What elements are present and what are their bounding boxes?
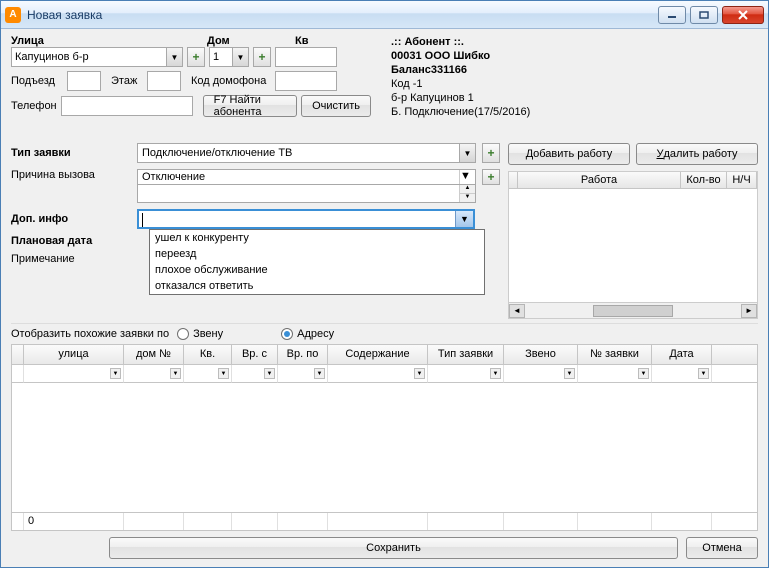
maximize-icon xyxy=(699,11,709,19)
addinfo-combo[interactable]: ▼ xyxy=(137,209,475,229)
house-label: Дом xyxy=(207,35,267,47)
col-type: Тип заявки xyxy=(428,345,504,365)
addinfo-option[interactable]: ушел к конкуренту xyxy=(150,230,484,246)
floor-input[interactable] xyxy=(147,71,181,91)
filter-cell[interactable]: ▼ xyxy=(124,365,184,383)
scrollbar-thumb[interactable] xyxy=(593,305,673,317)
subscriber-header: .:: Абонент ::. xyxy=(391,35,758,49)
work-scrollbar[interactable]: ◄ ► xyxy=(509,302,757,318)
address-form: Улица Дом Кв Капуцинов б-р ▼ + 1 ▼ + xyxy=(11,35,371,121)
entrance-label: Подъезд xyxy=(11,75,63,87)
titlebar: A Новая заявка xyxy=(1,1,768,29)
delete-work-button[interactable]: Удалить работу xyxy=(636,143,758,165)
filter-cell[interactable]: ▼ xyxy=(184,365,232,383)
filter-cell[interactable]: ▼ xyxy=(504,365,578,383)
col-from: Вр. с xyxy=(232,345,278,365)
cancel-button[interactable]: Отмена xyxy=(686,537,758,559)
col-date: Дата xyxy=(652,345,712,365)
street-label: Улица xyxy=(11,35,201,47)
filter-cell[interactable]: ▼ xyxy=(328,365,428,383)
content-area: Улица Дом Кв Капуцинов б-р ▼ + 1 ▼ + xyxy=(1,29,768,567)
subscriber-name: 00031 ООО Шибко xyxy=(391,49,758,63)
filter-by-link-radio[interactable]: Звену xyxy=(177,328,223,340)
reason-add-button[interactable]: + xyxy=(482,169,500,185)
col-content: Содержание xyxy=(328,345,428,365)
addinfo-label: Доп. инфо xyxy=(11,213,131,225)
plandate-label: Плановая дата xyxy=(11,235,131,247)
window-title: Новая заявка xyxy=(27,8,654,22)
subscriber-code: Код -1 xyxy=(391,77,758,91)
clear-button[interactable]: Очистить xyxy=(301,95,371,117)
scroll-up-icon[interactable]: ▲ xyxy=(460,185,475,193)
app-icon: A xyxy=(5,7,21,23)
street-add-button[interactable]: + xyxy=(187,47,205,67)
addinfo-option[interactable]: плохое обслуживание xyxy=(150,262,484,278)
doorcode-input[interactable] xyxy=(275,71,337,91)
app-window: A Новая заявка Улица Дом Кв Капуцинов б-… xyxy=(0,0,769,568)
phone-input[interactable] xyxy=(61,96,193,116)
minimize-icon xyxy=(667,11,677,19)
chevron-down-icon[interactable]: ▼ xyxy=(459,170,475,184)
filter-row: Отобразить похожие заявки по Звену Адрес… xyxy=(11,323,758,344)
doorcode-label: Код домофона xyxy=(191,75,271,87)
addinfo-option[interactable]: переезд xyxy=(150,246,484,262)
filter-cell[interactable]: ▼ xyxy=(278,365,328,383)
work-col-nh: Н/Ч xyxy=(727,172,757,188)
phone-label: Телефон xyxy=(11,100,57,112)
work-col-qty: Кол-во xyxy=(681,172,727,188)
note-label: Примечание xyxy=(11,253,131,265)
filter-cell[interactable]: ▼ xyxy=(232,365,278,383)
find-subscriber-button[interactable]: F7 Найти абонента xyxy=(203,95,297,117)
type-add-button[interactable]: + xyxy=(482,143,500,163)
addinfo-dropdown[interactable]: ушел к конкуренту переезд плохое обслужи… xyxy=(149,229,485,295)
street-combo[interactable]: Капуцинов б-р ▼ xyxy=(11,47,183,67)
col-num: № заявки xyxy=(578,345,652,365)
subscriber-balance: Баланс331166 xyxy=(391,63,758,77)
close-icon xyxy=(737,10,749,20)
type-combo[interactable]: Подключение/отключение ТВ xyxy=(137,143,460,163)
reason-combo[interactable]: Отключение ▼ xyxy=(137,169,476,185)
chevron-down-icon[interactable]: ▼ xyxy=(460,143,476,163)
col-link: Звено xyxy=(504,345,578,365)
col-house: дом № xyxy=(124,345,184,365)
work-table: Работа Кол-во Н/Ч ◄ ► xyxy=(508,171,758,319)
subscriber-address: б-р Капуцинов 1 xyxy=(391,91,758,105)
col-street: улица xyxy=(24,345,124,365)
filter-cell[interactable]: ▼ xyxy=(24,365,124,383)
work-col-work: Работа xyxy=(518,172,681,188)
close-button[interactable] xyxy=(722,6,764,24)
add-work-button[interactable]: Добавить работу xyxy=(508,143,630,165)
col-to: Вр. по xyxy=(278,345,328,365)
house-combo[interactable]: 1 ▼ xyxy=(209,47,249,67)
filter-cell[interactable]: ▼ xyxy=(428,365,504,383)
reason-label: Причина вызова xyxy=(11,169,131,181)
scroll-down-icon[interactable]: ▼ xyxy=(460,193,475,202)
col-apt: Кв. xyxy=(184,345,232,365)
apt-input[interactable] xyxy=(275,47,337,67)
scroll-right-icon[interactable]: ► xyxy=(741,304,757,318)
entrance-input[interactable] xyxy=(67,71,101,91)
save-button[interactable]: Сохранить xyxy=(109,537,678,559)
filter-label: Отобразить похожие заявки по xyxy=(11,328,169,340)
table-body xyxy=(12,383,757,512)
filter-cell[interactable]: ▼ xyxy=(652,365,712,383)
house-add-button[interactable]: + xyxy=(253,47,271,67)
floor-label: Этаж xyxy=(111,75,143,87)
maximize-button[interactable] xyxy=(690,6,718,24)
filter-cell[interactable]: ▼ xyxy=(578,365,652,383)
chevron-down-icon[interactable]: ▼ xyxy=(455,211,473,227)
minimize-button[interactable] xyxy=(658,6,686,24)
similar-requests-table: улица дом № Кв. Вр. с Вр. по Содержание … xyxy=(11,344,758,531)
subscriber-connection: Б. Подключение(17/5/2016) xyxy=(391,105,758,119)
total-count: 0 xyxy=(24,513,124,530)
chevron-down-icon[interactable]: ▼ xyxy=(232,48,248,66)
type-label: Тип заявки xyxy=(11,147,131,159)
filter-by-address-radio[interactable]: Адресу xyxy=(281,328,334,340)
subscriber-panel: .:: Абонент ::. 00031 ООО Шибко Баланс33… xyxy=(383,35,758,121)
chevron-down-icon[interactable]: ▼ xyxy=(166,48,182,66)
addinfo-option[interactable]: отказался ответить xyxy=(150,278,484,294)
text-caret xyxy=(142,213,143,227)
scroll-left-icon[interactable]: ◄ xyxy=(509,304,525,318)
apt-label: Кв xyxy=(295,35,345,47)
